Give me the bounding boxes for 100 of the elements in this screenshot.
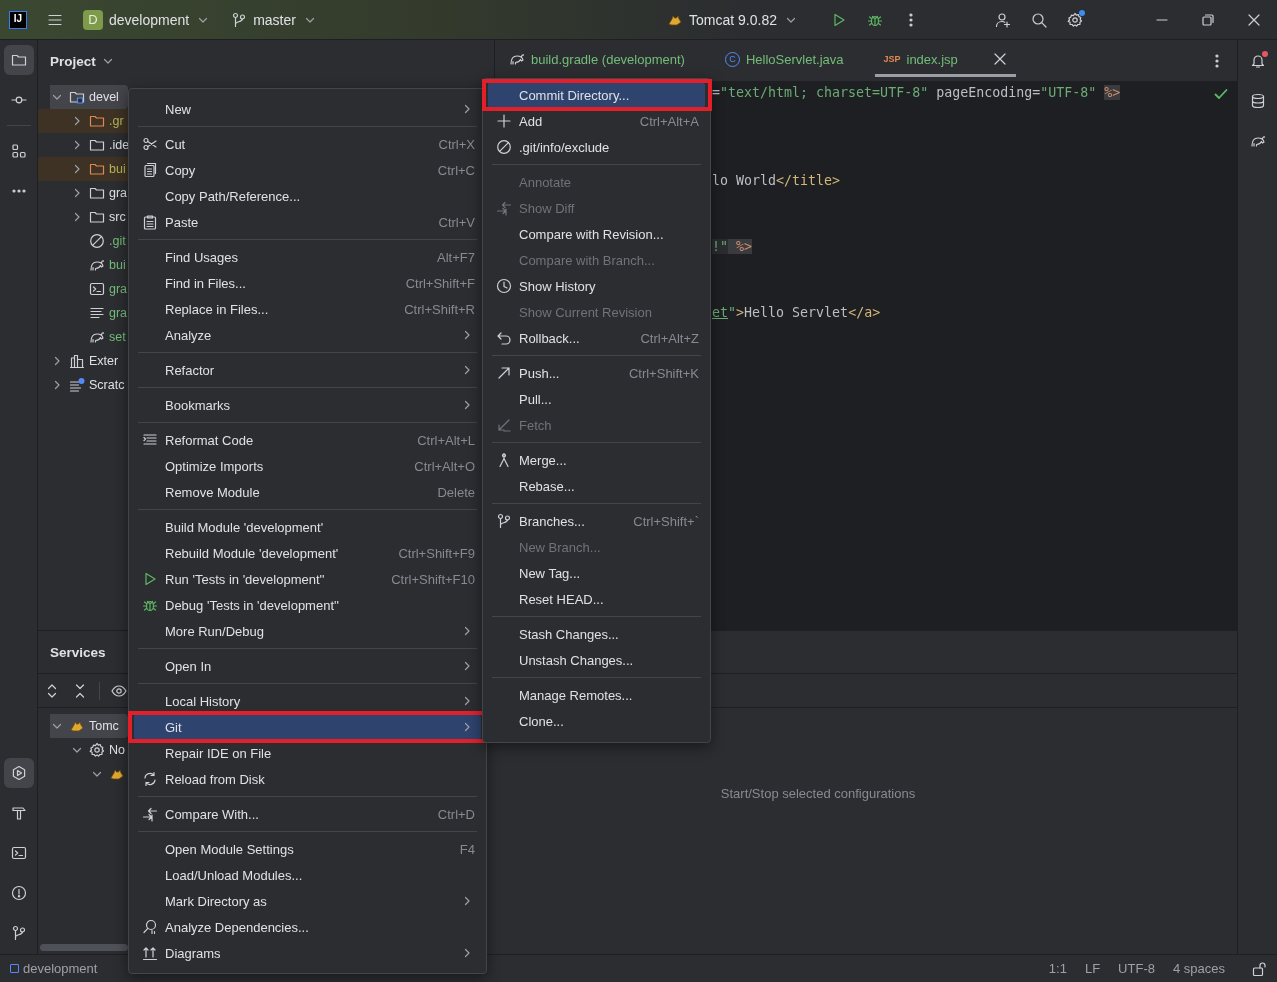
shortcut-text: Ctrl+Alt+L [417, 432, 475, 448]
menu-item[interactable]: Push... Ctrl+Shift+K [488, 360, 705, 386]
menu-item[interactable]: Refactor [134, 357, 481, 383]
code-line: !" %> [712, 239, 753, 254]
tree-row[interactable]: set [38, 325, 128, 349]
menu-item[interactable]: New Tag... [488, 560, 705, 586]
menu-item[interactable]: Build Module 'development' [134, 514, 481, 540]
plus-icon [496, 113, 512, 129]
scrollbar[interactable] [40, 944, 128, 951]
menu-item[interactable]: Rebuild Module 'development' Ctrl+Shift+F9 [134, 540, 481, 566]
gear-icon[interactable] [1067, 11, 1083, 28]
tree-row[interactable]: No [38, 738, 128, 762]
app-logo[interactable]: IJ [9, 10, 27, 29]
line-separator[interactable]: LF [1084, 961, 1101, 976]
menu-item[interactable]: Diagrams [134, 940, 481, 966]
menu-item[interactable]: Rollback... Ctrl+Alt+Z [488, 325, 705, 351]
menu-item[interactable]: Rebase... [488, 473, 705, 499]
menu-item[interactable]: Compare With... Ctrl+D [134, 801, 481, 827]
menu-item[interactable]: Open In [134, 653, 481, 679]
database-icon[interactable] [1249, 93, 1266, 109]
menu-item[interactable]: Copy Path/Reference... [134, 183, 481, 209]
menu-item[interactable]: Add Ctrl+Alt+A [488, 108, 705, 134]
bell-icon[interactable] [1249, 53, 1266, 69]
menu-item[interactable]: Paste Ctrl+V [134, 209, 481, 235]
menu-item[interactable]: Bookmarks [134, 392, 481, 418]
reformat-icon [142, 432, 158, 448]
caret-position[interactable]: 1:1 [1048, 961, 1067, 976]
menu-item[interactable]: Remove Module Delete [134, 479, 481, 505]
module-folder-icon [69, 89, 85, 105]
menu-item[interactable]: Compare with Revision... [488, 221, 705, 247]
menu-item[interactable]: Stash Changes... [488, 621, 705, 647]
menu-item[interactable]: .git/info/exclude [488, 134, 705, 160]
folder-icon [89, 137, 105, 153]
services-icon [10, 765, 27, 781]
menu-item[interactable]: Debug 'Tests in 'development'' [134, 592, 481, 618]
tree-label: .git [109, 234, 126, 248]
tree-row[interactable]: .gr [38, 109, 128, 133]
branch-icon [231, 11, 248, 28]
menu-item[interactable]: Analyze Dependencies... [134, 914, 481, 940]
menu-item[interactable]: Reset HEAD... [488, 586, 705, 612]
run-configuration[interactable]: Tomcat 9.0.82 [661, 7, 805, 32]
run-icon[interactable] [831, 11, 847, 28]
add-user-icon[interactable] [995, 11, 1011, 28]
menu-item[interactable]: Mark Directory as [134, 888, 481, 914]
tree-row[interactable]: .git [38, 229, 128, 253]
editor-tab[interactable]: C HelloServlet.java [716, 41, 852, 77]
tree-label: .gr [109, 114, 124, 128]
update-dot [1079, 9, 1085, 16]
editor-tab[interactable]: JSP index.jsp [875, 41, 1016, 77]
tree-row[interactable]: gra [38, 181, 128, 205]
menu-item[interactable]: Local History [134, 688, 481, 714]
tree-row[interactable]: bui [38, 157, 128, 181]
tool-window-button[interactable] [3, 45, 34, 75]
eye-icon[interactable] [111, 682, 127, 699]
menu-item[interactable]: Run 'Tests in 'development'' Ctrl+Shift+F10 [134, 566, 481, 592]
menu-item[interactable]: Show History [488, 273, 705, 299]
search-icon[interactable] [1031, 11, 1047, 28]
code-line: ="text/html; charset=UTF-8" pageEncoding="UTF-8" %> [712, 85, 1121, 100]
menu-item[interactable]: Optimize Imports Ctrl+Alt+O [134, 453, 481, 479]
tree-row[interactable]: bui [38, 253, 128, 277]
menu-item[interactable]: Find in Files... Ctrl+Shift+F [134, 270, 481, 296]
structure-icon [10, 143, 27, 159]
tree-row[interactable]: gra [38, 301, 128, 325]
restore-icon[interactable] [1200, 11, 1216, 28]
menu-item[interactable]: Unstash Changes... [488, 647, 705, 673]
project-switcher[interactable]: D development [77, 5, 218, 34]
editor-tab[interactable]: build.gradle (development) [501, 41, 693, 77]
panel-title[interactable]: Project [50, 53, 96, 69]
tool-window-button[interactable] [3, 758, 34, 788]
menu-item[interactable]: Analyze [134, 322, 481, 348]
menu-item[interactable]: Repair IDE on File [134, 740, 481, 766]
indent-setting[interactable]: 4 spaces [1172, 961, 1225, 976]
menu-item[interactable]: Clone... [488, 708, 705, 734]
branch-switcher[interactable]: master [225, 7, 324, 32]
ban-icon [89, 233, 105, 249]
tree-label: No [109, 743, 125, 757]
menu-item[interactable]: New [134, 96, 481, 122]
tree-label: Tomc [89, 719, 119, 733]
menu-item[interactable]: Find Usages Alt+F7 [134, 244, 481, 270]
project-badge: D [83, 9, 103, 30]
menu-item[interactable]: Pull... [488, 386, 705, 412]
tree-row[interactable]: src [38, 205, 128, 229]
file-encoding[interactable]: UTF-8 [1118, 961, 1155, 976]
menu-item[interactable]: Merge... [488, 447, 705, 473]
menu-item[interactable]: Branches... Ctrl+Shift+` [488, 508, 705, 534]
tree-row[interactable]: Exter [38, 349, 128, 373]
menu-item[interactable]: Load/Unload Modules... [134, 862, 481, 888]
menu-item[interactable]: Manage Remotes... [488, 682, 705, 708]
menu-item[interactable]: More Run/Debug [134, 618, 481, 644]
menu-item[interactable]: Reformat Code Ctrl+Alt+L [134, 427, 481, 453]
menu-item[interactable]: Copy Ctrl+C [134, 157, 481, 183]
tree-row[interactable]: .ide [38, 133, 128, 157]
lock-icon[interactable] [1251, 960, 1267, 977]
menu-item[interactable]: Cut Ctrl+X [134, 131, 481, 157]
tree-row[interactable]: Scratc [38, 373, 128, 397]
menu-item[interactable]: Open Module Settings F4 [134, 836, 481, 862]
module-name[interactable]: development [23, 961, 98, 976]
menu-item[interactable]: Replace in Files... Ctrl+Shift+R [134, 296, 481, 322]
tree-row[interactable]: gra [38, 277, 128, 301]
menu-item[interactable]: Reload from Disk [134, 766, 481, 792]
